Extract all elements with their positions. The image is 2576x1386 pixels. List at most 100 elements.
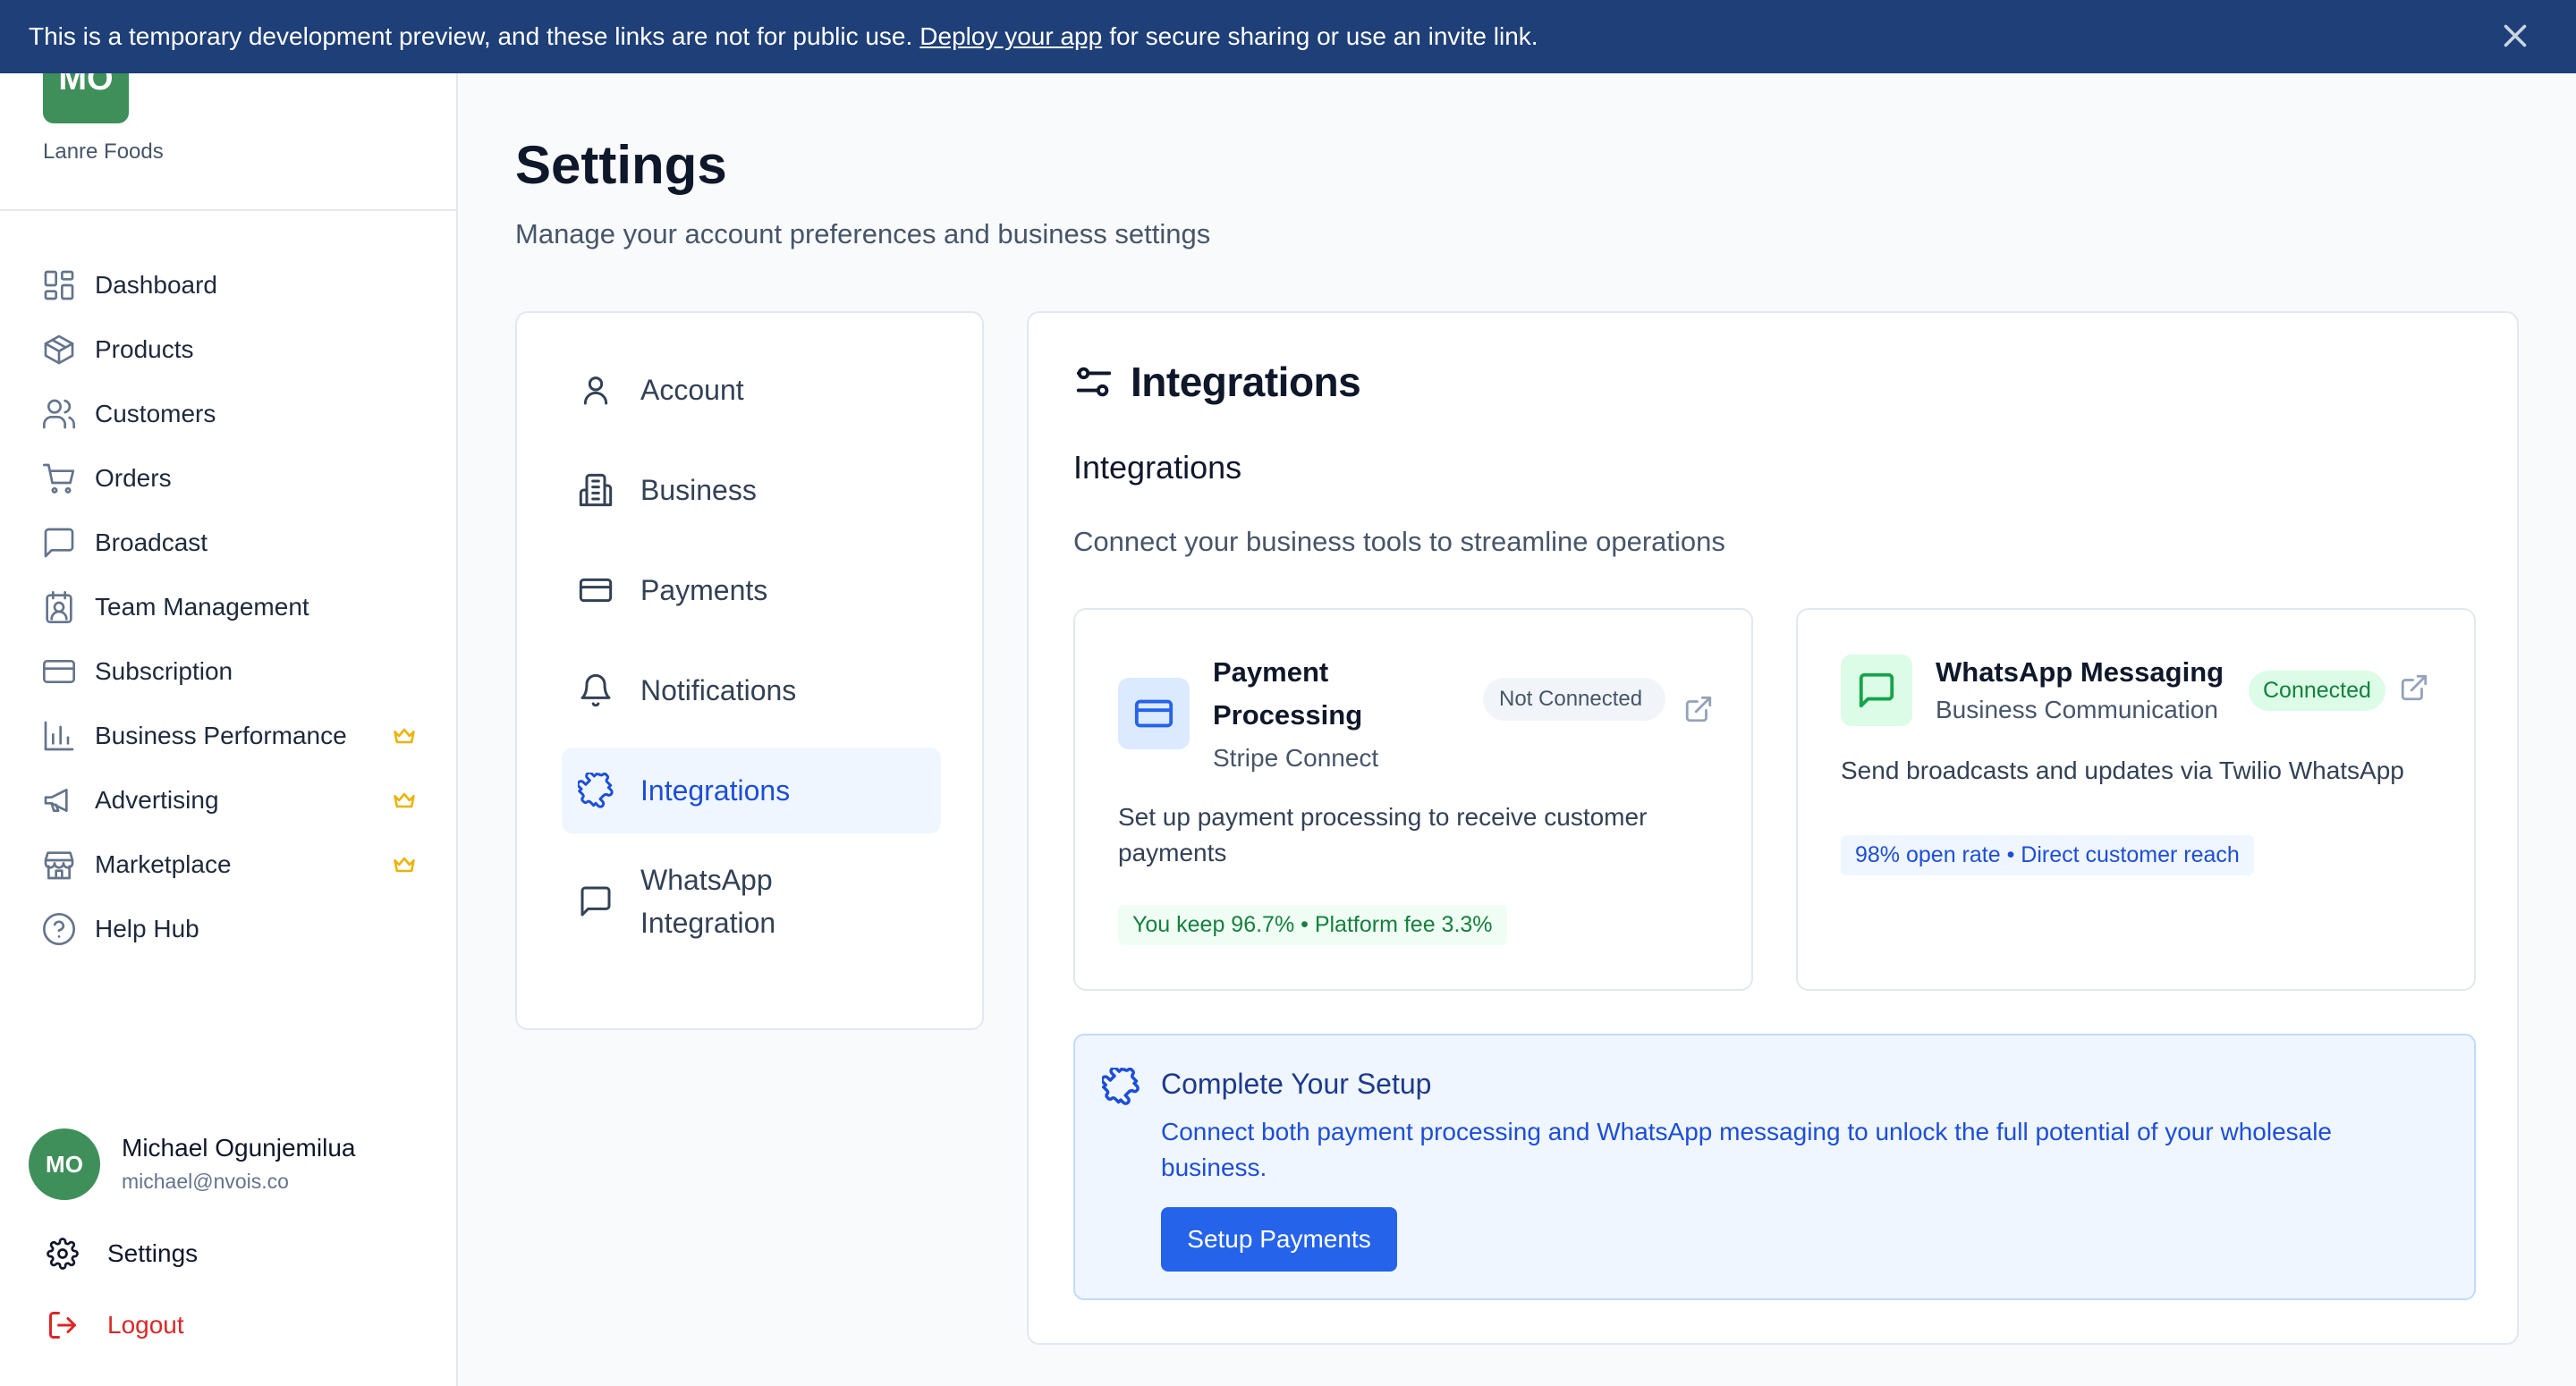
- message-icon: [44, 528, 74, 558]
- external-link-icon[interactable]: [1683, 694, 1714, 724]
- user-email: michael@nvois.co: [122, 1170, 289, 1193]
- sidebar-item-dashboard[interactable]: Dashboard: [41, 263, 426, 308]
- banner-text-after: for secure sharing or use an invite link…: [1109, 22, 1538, 50]
- integrations-panel: Integrations Integrations Connect your b…: [1027, 311, 2519, 1345]
- user-icon: [583, 376, 608, 405]
- deploy-app-link[interactable]: Deploy your app: [919, 22, 1102, 51]
- payment-icon-tile: [1118, 678, 1190, 749]
- banner-text: This is a temporary development preview,…: [29, 22, 913, 50]
- setup-payments-button[interactable]: Setup Payments: [1161, 1207, 1397, 1272]
- whatsapp-messaging-card[interactable]: WhatsApp Messaging Business Communicatio…: [1796, 608, 2476, 991]
- card-icon: [579, 578, 613, 603]
- integration-subtitle: Business Communication: [1936, 696, 2218, 723]
- card-icon: [1134, 699, 1174, 728]
- message-icon: [580, 886, 611, 917]
- stats-pill: 98% open rate • Direct customer reach: [1841, 835, 2254, 875]
- card-icon: [43, 660, 75, 683]
- sidebar-item-advertising[interactable]: Advertising: [41, 778, 426, 823]
- sidebar-item-settings[interactable]: Settings: [47, 1234, 198, 1273]
- section-description: Connect your business tools to streamlin…: [1073, 526, 1725, 557]
- integration-title: Payment Processing: [1213, 656, 1363, 731]
- sidebar-item-label: Subscription: [95, 657, 233, 685]
- crown-icon: [392, 852, 417, 877]
- sidebar-item-label: Advertising: [95, 786, 219, 814]
- whatsapp-icon-tile: [1841, 655, 1912, 726]
- cart-icon: [43, 463, 75, 494]
- sidebar-item-products[interactable]: Products: [41, 327, 426, 372]
- payment-processing-card[interactable]: Payment Processing Stripe Connect Not Co…: [1073, 608, 1753, 991]
- setup-title: Complete Your Setup: [1161, 1068, 1432, 1100]
- puzzle-icon: [578, 773, 614, 808]
- logout-label: Logout: [107, 1311, 184, 1339]
- crown-icon: [392, 788, 417, 813]
- status-badge: Connected: [2249, 671, 2385, 711]
- users-icon: [43, 399, 76, 429]
- sliders-icon: [1076, 367, 1112, 397]
- gear-icon: [47, 1238, 79, 1270]
- bell-icon: [580, 673, 611, 707]
- megaphone-icon: [44, 789, 68, 812]
- settings-nav-business[interactable]: Business: [562, 447, 941, 533]
- settings-nav-notifications[interactable]: Notifications: [562, 647, 941, 733]
- sidebar-item-broadcast[interactable]: Broadcast: [41, 520, 426, 565]
- sidebar-item-label: Dashboard: [95, 271, 217, 299]
- integration-description: Send broadcasts and updates via Twilio W…: [1841, 756, 2404, 784]
- dashboard-icon: [44, 270, 74, 300]
- sidebar-item-orders[interactable]: Orders: [41, 456, 426, 501]
- sidebar-item-business-performance[interactable]: Business Performance: [41, 714, 426, 758]
- integrations-heading: Integrations: [1131, 359, 1361, 405]
- divider: [0, 209, 458, 211]
- box-icon: [44, 334, 74, 365]
- sidebar-item-marketplace[interactable]: Marketplace: [41, 842, 426, 887]
- settings-nav-whatsapp-integration[interactable]: WhatsApp Integration: [562, 848, 941, 955]
- sidebar-item-label: Broadcast: [95, 528, 208, 556]
- sidebar-item-label: Business Performance: [95, 722, 347, 749]
- page-title: Settings: [515, 135, 727, 195]
- complete-setup-callout: Complete Your Setup Connect both payment…: [1073, 1034, 2476, 1300]
- sidebar-item-label: Products: [95, 335, 194, 363]
- sidebar-item-subscription[interactable]: Subscription: [41, 649, 426, 694]
- sidebar-item-team-management[interactable]: Team Management: [41, 585, 426, 630]
- sidebar-item-help-hub[interactable]: Help Hub: [41, 907, 426, 951]
- settings-nav-label: Integrations: [640, 774, 791, 807]
- settings-nav-payments[interactable]: Payments: [562, 547, 941, 633]
- store-icon: [44, 851, 74, 880]
- settings-nav-integrations[interactable]: Integrations: [562, 748, 941, 833]
- preview-banner: This is a temporary development preview,…: [0, 0, 2576, 73]
- settings-nav: Account Business Payments Notifications …: [515, 311, 984, 1030]
- settings-nav-label: Business: [640, 474, 757, 506]
- crown-icon: [392, 723, 417, 748]
- sidebar-item-label: Orders: [95, 464, 172, 492]
- bar-chart-icon: [44, 721, 74, 751]
- help-icon: [43, 913, 75, 945]
- fee-pill: You keep 96.7% • Platform fee 3.3%: [1118, 905, 1507, 945]
- integration-description: Set up payment processing to receive cus…: [1118, 803, 1648, 866]
- settings-nav-label: Payments: [640, 574, 768, 606]
- settings-nav-account[interactable]: Account: [562, 347, 941, 433]
- business-name: Lanre Foods: [43, 139, 164, 164]
- message-icon: [1859, 672, 1894, 708]
- page-subtitle: Manage your account preferences and busi…: [515, 218, 1211, 249]
- external-link-icon[interactable]: [2399, 672, 2429, 703]
- settings-nav-label: Account: [640, 374, 744, 406]
- setup-description: Connect both payment processing and What…: [1161, 1118, 2332, 1181]
- sidebar: MO Lanre Foods Dashboard Products Custom…: [0, 0, 458, 1386]
- logout-button[interactable]: Logout: [47, 1306, 184, 1345]
- close-icon[interactable]: [2499, 20, 2531, 52]
- section-title: Integrations: [1073, 449, 1242, 486]
- settings-nav-label: WhatsApp Integration: [640, 864, 776, 939]
- avatar[interactable]: MO: [29, 1128, 100, 1200]
- sidebar-item-label: Team Management: [95, 593, 309, 621]
- settings-nav-label: Notifications: [640, 674, 797, 706]
- sidebar-item-customers[interactable]: Customers: [41, 392, 426, 436]
- sidebar-item-label: Marketplace: [95, 850, 232, 878]
- sidebar-item-label: Help Hub: [95, 915, 199, 942]
- contact-icon: [46, 591, 72, 623]
- puzzle-icon: [1100, 1066, 1140, 1105]
- integration-title: WhatsApp Messaging: [1936, 656, 2224, 688]
- sidebar-item-label: Customers: [95, 400, 216, 427]
- building-icon: [579, 473, 613, 507]
- user-name: Michael Ogunjemilua: [122, 1134, 356, 1162]
- status-badge: Not Connected: [1483, 678, 1665, 721]
- logout-icon: [49, 1312, 76, 1339]
